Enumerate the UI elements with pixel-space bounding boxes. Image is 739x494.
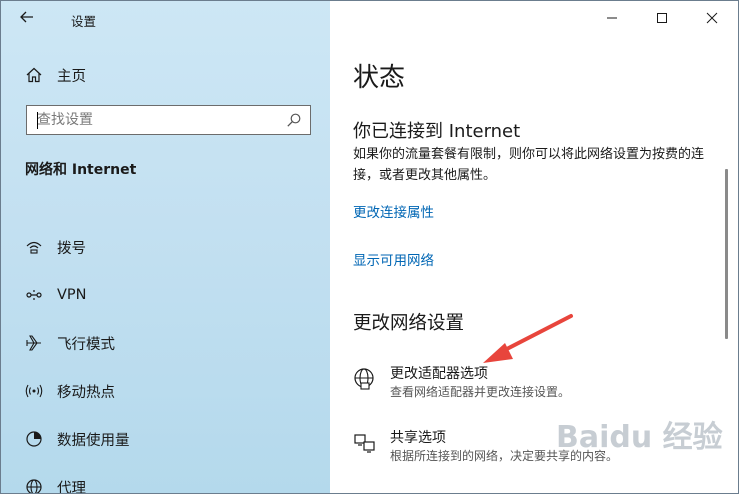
hotspot-icon (25, 382, 43, 400)
sidebar-item-label: 数据使用量 (57, 432, 130, 449)
back-arrow-icon (20, 11, 33, 23)
sidebar-item-label: VPN (57, 287, 87, 303)
text-caret (37, 112, 38, 129)
sharing-icon (353, 431, 377, 455)
title-bar: 设置 (1, 1, 330, 37)
home-icon (25, 66, 43, 84)
annotation-arrow (483, 314, 573, 363)
airplane-icon (25, 334, 43, 352)
connected-description: 如果你的流量套餐有限制，则你可以将此网络设置为按费的连接，或者更改其他属性。 (353, 147, 705, 183)
watermark-text: Baidu 经验 (556, 420, 723, 455)
sidebar-item-airplane[interactable]: 飞行模式 (1, 319, 330, 367)
minimize-icon (607, 17, 617, 19)
adapter-icon (353, 367, 377, 391)
sidebar-item-label: 代理 (57, 480, 86, 494)
sidebar-item-label: 拨号 (57, 240, 86, 257)
search-icon[interactable] (286, 112, 302, 128)
app-title: 设置 (71, 14, 97, 29)
dialup-icon (25, 238, 43, 256)
close-button[interactable] (688, 1, 736, 35)
page-title: 状态 (353, 63, 406, 93)
vpn-icon (25, 286, 43, 304)
sidebar: 设置 主页 网络和 Internet (1, 1, 330, 494)
settings-window: 设置 主页 网络和 Internet (0, 0, 739, 494)
maximize-button[interactable] (638, 1, 686, 35)
sidebar-item-label: 移动热点 (57, 384, 115, 401)
scrolled-content-fragment (480, 93, 526, 97)
show-available-networks-link[interactable]: 显示可用网络 (353, 249, 434, 269)
sidebar-item-label: 飞行模式 (57, 336, 115, 353)
change-connection-properties-link[interactable]: 更改连接属性 (353, 201, 434, 221)
minimize-button[interactable] (588, 1, 636, 35)
search-box[interactable] (26, 105, 311, 135)
sidebar-home-label: 主页 (57, 68, 86, 85)
connected-heading: 你已连接到 Internet (353, 121, 521, 142)
scrollbar-thumb[interactable] (725, 169, 728, 339)
globe-icon (25, 478, 43, 493)
sidebar-item-dialup[interactable]: 拨号 (1, 223, 330, 271)
data-usage-icon (25, 430, 43, 448)
baidu-watermark: Baidu 经验 (536, 411, 736, 471)
back-button[interactable] (19, 9, 45, 29)
close-icon (706, 12, 718, 24)
sidebar-item-data-usage[interactable]: 数据使用量 (1, 415, 330, 463)
change-network-settings-heading: 更改网络设置 (353, 313, 465, 334)
sidebar-nav-list: 拨号 VPN 飞行模式 移动热点 数据使用量 代理 (1, 223, 330, 494)
sidebar-item-home[interactable]: 主页 (25, 63, 86, 87)
sidebar-item-proxy[interactable]: 代理 (1, 463, 330, 494)
sidebar-item-hotspot[interactable]: 移动热点 (1, 367, 330, 415)
sidebar-section-title: 网络和 Internet (25, 162, 137, 178)
maximize-icon (657, 13, 667, 23)
option-description: 查看网络适配器并更改连接设置。 (390, 385, 571, 399)
search-input[interactable] (27, 106, 287, 134)
sidebar-item-vpn[interactable]: VPN (1, 271, 330, 319)
